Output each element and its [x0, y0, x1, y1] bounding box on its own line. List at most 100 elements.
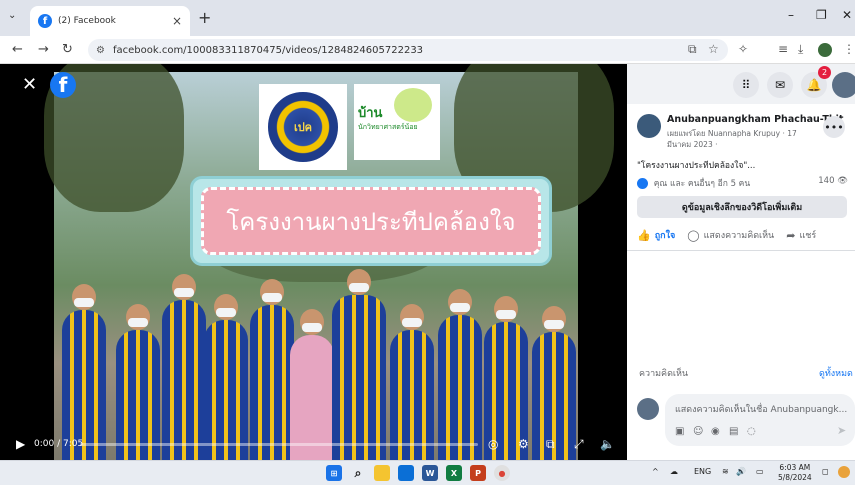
download-icon[interactable]: ⤓ [798, 42, 803, 57]
powerpoint-icon[interactable]: P [470, 465, 486, 481]
word-icon[interactable]: W [422, 465, 438, 481]
video-insights-button[interactable]: ดูข้อมูลเชิงลึกของวิดีโอเพิ่มเติม [637, 196, 847, 218]
reading-list-icon[interactable]: ≡ [778, 42, 788, 56]
start-menu-icon[interactable]: ⊞ [326, 465, 342, 481]
view-count: 140 👁 [818, 176, 848, 186]
post-meta: เผยแพร่โดย Nuannapha Krupuy · 17 มีนาคม … [667, 129, 797, 149]
excel-icon[interactable]: X [446, 465, 462, 481]
time-display: 0:00 / 7:05 [34, 439, 84, 449]
send-icon[interactable]: ➤ [837, 424, 846, 437]
system-clock[interactable]: 6:03 AM 5/8/2024 [778, 463, 812, 483]
notification-center-icon[interactable]: ◻ [822, 467, 829, 476]
account-avatar[interactable] [832, 72, 855, 98]
comment-placeholder: แสดงความคิดเห็นในชื่อ Anubanpuangk... [675, 405, 848, 415]
commenter-avatar [637, 398, 659, 420]
messenger-icon[interactable]: ✉ [767, 72, 793, 98]
video-player[interactable]: เปค บ้าน นักวิทยาศาสตร์น้อย โครงงานผางปร… [0, 64, 627, 460]
post-actions: 👍 ถูกใจ ◯ แสดงความคิดเห็น ➦ แชร์ [637, 224, 852, 246]
divider [627, 250, 855, 251]
tab-close-icon[interactable]: × [172, 14, 182, 28]
network-app-icon[interactable]: ☁ [670, 467, 678, 476]
back-icon[interactable]: ← [12, 42, 23, 57]
browser-tab-bar: ⌄ f (2) Facebook × + – ❐ ✕ [0, 0, 855, 36]
comment-icon: ◯ [687, 228, 700, 242]
close-viewer-icon[interactable]: ✕ [22, 74, 37, 95]
thumbs-up-icon: 👍 [637, 228, 651, 242]
little-scientist-logo: บ้าน นักวิทยาศาสตร์น้อย [354, 84, 440, 160]
comment-label: แสดงความคิดเห็น [703, 231, 775, 241]
school-logo: เปค [259, 84, 347, 170]
emoji-icon[interactable]: ☺ [693, 426, 703, 437]
sticker-icon[interactable]: ▣ [675, 426, 684, 437]
progress-bar[interactable] [80, 443, 478, 446]
facebook-favicon-icon: f [38, 14, 52, 28]
facebook-logo-icon[interactable]: f [50, 72, 76, 98]
reactions-text: คุณ และ คนอื่นๆ อีก 5 คน [653, 179, 751, 189]
clock-date: 5/8/2024 [778, 473, 812, 482]
reactions-summary[interactable]: คุณ และ คนอื่นๆ อีก 5 คน 140 👁 [637, 176, 852, 190]
menu-grid-icon[interactable]: ⠿ [733, 72, 759, 98]
share-button[interactable]: ➦ แชร์ [786, 228, 816, 242]
logo2-subtitle: นักวิทยาศาสตร์น้อย [358, 123, 418, 131]
clock-time: 6:03 AM [779, 463, 811, 472]
see-all-comments-link[interactable]: ดูทั้งหมด [819, 366, 853, 380]
reload-icon[interactable]: ↻ [62, 42, 73, 57]
new-tab-button[interactable]: + [198, 8, 211, 27]
share-icon: ➦ [786, 228, 796, 242]
weather-widget-icon[interactable] [838, 466, 850, 478]
like-reaction-icon [637, 178, 648, 189]
comments-heading: ความคิดเห็น [639, 369, 689, 379]
logo2-title: บ้าน [358, 106, 383, 121]
tab-title: (2) Facebook [58, 16, 116, 26]
browser-menu-icon[interactable]: ⋮ [843, 42, 855, 56]
school-seal: เปค [268, 92, 338, 162]
like-button[interactable]: 👍 ถูกใจ [637, 228, 675, 242]
windows-taskbar: ⊞ ⌕ W X P ● ^ ☁ ENG ≋ 🔊 ▭ 6:03 AM 5/8/20… [0, 460, 855, 485]
tab-list-chevron-icon[interactable]: ⌄ [8, 10, 16, 21]
settings-icon[interactable]: ⚙ [518, 437, 529, 451]
fullscreen-icon[interactable]: ⤢ [574, 437, 584, 452]
video-frame: เปค บ้าน นักวิทยาศาสตร์น้อย โครงงานผางปร… [44, 64, 614, 460]
page-avatar[interactable] [637, 114, 661, 138]
comment-button[interactable]: ◯ แสดงความคิดเห็น [687, 228, 774, 242]
page-name[interactable]: Anubanpuangkham Phachau-Thit [667, 114, 843, 125]
profile-icon[interactable] [818, 43, 832, 57]
banner-text: โครงงานผางประทีปคล้องใจ [201, 187, 541, 255]
bookmark-star-icon[interactable]: ☆ [708, 42, 719, 56]
more-options-icon[interactable]: ••• [823, 116, 845, 138]
avatar-sticker-icon[interactable]: ◌ [747, 426, 756, 437]
camera-icon[interactable]: ◉ [711, 426, 720, 437]
language-indicator[interactable]: ENG [694, 467, 711, 476]
play-icon[interactable]: ▶ [16, 437, 25, 451]
share-label: แชร์ [799, 231, 817, 241]
browser-toolbar: ← → ↻ ⚙ facebook.com/100083311870475/vid… [0, 36, 855, 64]
battery-icon[interactable]: ▭ [756, 467, 764, 476]
maximize-icon[interactable]: ❐ [816, 8, 827, 22]
wifi-icon[interactable]: ≋ [722, 467, 729, 476]
forward-icon[interactable]: → [38, 42, 49, 57]
chrome-icon[interactable]: ● [494, 465, 510, 481]
site-settings-icon[interactable]: ⚙ [96, 45, 105, 56]
browser-tab[interactable]: f (2) Facebook × [30, 6, 190, 36]
notification-badge: 2 [818, 66, 831, 79]
logo-figure [394, 88, 432, 122]
tray-overflow-icon[interactable]: ^ [652, 467, 659, 476]
captions-icon[interactable]: ◎ [488, 437, 498, 451]
install-app-icon[interactable]: ⧉ [688, 42, 697, 57]
post-caption: "โครงงานผางประทีปคล้องใจ"... [637, 161, 756, 171]
search-icon[interactable]: ⌕ [350, 465, 366, 481]
volume-tray-icon[interactable]: 🔊 [736, 467, 746, 476]
volume-icon[interactable]: 🔈 [600, 437, 615, 451]
comment-input[interactable]: แสดงความคิดเห็นในชื่อ Anubanpuangk... ▣ … [665, 394, 855, 446]
picture-in-picture-icon[interactable]: ⧉ [546, 437, 555, 452]
url-text: facebook.com/100083311870475/videos/1284… [112, 44, 424, 56]
address-bar[interactable]: ⚙ facebook.com/100083311870475/videos/12… [88, 39, 728, 61]
project-title-banner: โครงงานผางประทีปคล้องใจ [190, 176, 552, 266]
comment-composer: แสดงความคิดเห็นในชื่อ Anubanpuangk... ▣ … [637, 394, 855, 446]
extensions-icon[interactable]: ✧ [738, 42, 748, 56]
minimize-icon[interactable]: – [788, 8, 794, 22]
gif-icon[interactable]: ▤ [729, 426, 738, 437]
file-explorer-icon[interactable] [374, 465, 390, 481]
store-icon[interactable] [398, 465, 414, 481]
close-window-icon[interactable]: ✕ [842, 8, 852, 22]
